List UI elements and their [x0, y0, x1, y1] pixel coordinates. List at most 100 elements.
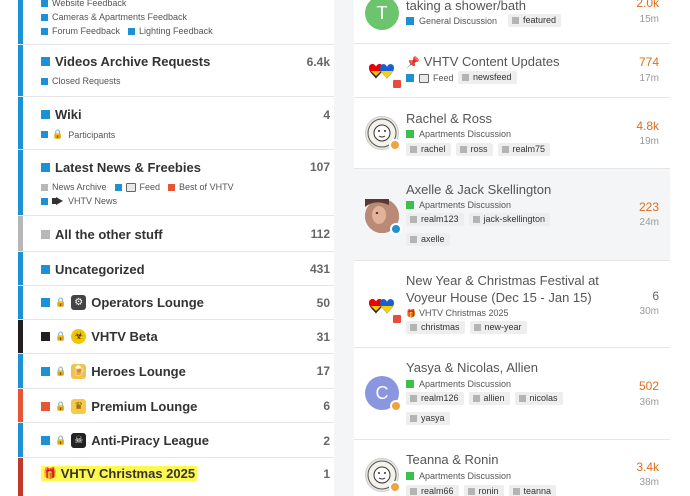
- category-title[interactable]: VHTV Beta: [91, 329, 157, 344]
- avatar[interactable]: T: [365, 0, 399, 30]
- topic-title[interactable]: Axelle & Jack Skellington: [406, 182, 551, 197]
- topic-row[interactable]: 📌 VHTV Content Updates Feed newsfeed 774 …: [354, 44, 670, 98]
- topic-title[interactable]: Teanna & Ronin: [406, 452, 499, 467]
- topic-title[interactable]: taking a shower/bath: [406, 0, 526, 13]
- category-topic-count: 112: [310, 227, 330, 241]
- tag[interactable]: ronin: [463, 485, 504, 496]
- tag[interactable]: teanna: [508, 485, 557, 496]
- topic-category[interactable]: Apartments Discussion: [406, 129, 511, 139]
- subcategory-news-archive[interactable]: News Archive: [41, 182, 107, 192]
- video-badge-icon: [391, 313, 403, 325]
- topic-category[interactable]: Apartments Discussion: [406, 379, 511, 389]
- category-title[interactable]: Premium Lounge: [91, 399, 197, 414]
- category-title[interactable]: Videos Archive Requests: [55, 54, 210, 69]
- category-row-anti-piracy[interactable]: 🔒 ☠ Anti-Piracy League 2: [18, 423, 334, 458]
- category-row-videos-archive[interactable]: Videos Archive Requests 6.4k Closed Requ…: [18, 45, 334, 97]
- category-title[interactable]: Uncategorized: [55, 262, 145, 277]
- avatar[interactable]: C: [365, 376, 402, 412]
- activity-time[interactable]: 24m: [640, 217, 659, 228]
- category-color-bar: [18, 320, 23, 353]
- user-flair-badge: [390, 400, 402, 412]
- tag[interactable]: featured: [508, 14, 562, 27]
- topic-row[interactable]: New Year & Christmas Festival at Voyeur …: [354, 261, 670, 348]
- tag[interactable]: allien: [468, 392, 510, 405]
- category-title[interactable]: All the other stuff: [55, 227, 163, 242]
- subcategory-best-of-vhtv[interactable]: Best of VHTV: [168, 182, 234, 192]
- topic-row[interactable]: C Yasya & Nicolas, Allien Apartments Dis…: [354, 348, 670, 440]
- category-title[interactable]: Wiki: [55, 107, 82, 122]
- activity-time[interactable]: 19m: [640, 136, 659, 147]
- topic-title-line: New Year & Christmas Festival at: [406, 273, 599, 288]
- tag[interactable]: axelle: [406, 233, 450, 246]
- subcategory-label: Feed: [139, 182, 161, 192]
- category-color-square: [41, 332, 50, 341]
- category-color-square: [41, 402, 50, 411]
- activity-time[interactable]: 36m: [640, 397, 659, 408]
- category-title[interactable]: Latest News & Freebies: [55, 160, 201, 175]
- topic-title[interactable]: New Year & Christmas Festival at Voyeur …: [406, 272, 599, 306]
- topic-category[interactable]: Apartments Discussion: [406, 200, 511, 210]
- activity-time[interactable]: 38m: [640, 477, 659, 488]
- tag[interactable]: new-year: [469, 321, 527, 334]
- tag[interactable]: realm123: [406, 213, 464, 226]
- tag-list: newsfeed: [458, 71, 522, 84]
- tag-list: rachel ross realm75: [406, 143, 555, 156]
- category-title[interactable]: Operators Lounge: [91, 295, 204, 310]
- tag[interactable]: nicolas: [514, 392, 563, 405]
- avatar[interactable]: [365, 116, 401, 151]
- topic-row[interactable]: Rachel & Ross Apartments Discussion rach…: [354, 98, 670, 169]
- avatar[interactable]: [365, 289, 403, 325]
- category-row-operators-lounge[interactable]: 🔒 ⚙ Operators Lounge 50: [18, 286, 334, 320]
- category-title[interactable]: Anti-Piracy League: [91, 433, 209, 448]
- category-color-bar: [18, 286, 23, 319]
- category-title[interactable]: VHTV Christmas 2025: [61, 466, 195, 481]
- subcategory-participants[interactable]: 🔒 Participants: [41, 129, 115, 140]
- subcategory-forum-feedback[interactable]: Forum Feedback: [41, 26, 120, 36]
- topic-title[interactable]: 📌 VHTV Content Updates: [406, 54, 560, 69]
- tag[interactable]: realm66: [406, 485, 459, 496]
- tag[interactable]: yasya: [406, 412, 450, 425]
- topic-category[interactable]: Feed: [406, 73, 454, 83]
- topic-category[interactable]: General Discussion: [406, 16, 497, 26]
- category-row-heroes-lounge[interactable]: 🔒 🍺 Heroes Lounge 17: [18, 354, 334, 389]
- category-row-premium-lounge[interactable]: 🔒 ♛ Premium Lounge 6: [18, 389, 334, 423]
- topic-row[interactable]: Axelle & Jack Skellington Apartments Dis…: [354, 169, 670, 261]
- category-color-square: [406, 130, 414, 138]
- topic-title[interactable]: Yasya & Nicolas, Allien: [406, 360, 538, 375]
- activity-time[interactable]: 17m: [640, 73, 659, 84]
- subcategory-cameras-feedback[interactable]: Cameras & Apartments Feedback: [41, 12, 187, 22]
- category-row-vhtv-beta[interactable]: 🔒 ☣ VHTV Beta 31: [18, 320, 334, 354]
- activity-time[interactable]: 15m: [640, 14, 659, 25]
- tag[interactable]: realm75: [497, 143, 551, 156]
- category-row-wiki[interactable]: Wiki 4 🔒 Participants: [18, 97, 334, 150]
- reply-count: 223: [638, 200, 659, 214]
- topic-category[interactable]: 🎁 VHTV Christmas 2025: [406, 308, 509, 318]
- tag[interactable]: ross: [455, 143, 493, 156]
- subcategory-website-feedback[interactable]: Website Feedback: [41, 0, 126, 8]
- subcategory-label: Forum Feedback: [52, 26, 121, 36]
- category-row-latest-news[interactable]: Latest News & Freebies 107 News Archive …: [18, 150, 334, 216]
- category-row-uncategorized[interactable]: Uncategorized 431: [18, 252, 334, 286]
- category-row-vhtv-christmas[interactable]: 🎁 VHTV Christmas 2025 1: [18, 458, 334, 496]
- category-row-feedback[interactable]: Website Feedback Cameras & Apartments Fe…: [18, 0, 334, 45]
- topic-row[interactable]: Teanna & Ronin Apartments Discussion rea…: [354, 440, 670, 496]
- subcategory-vhtv-news[interactable]: VHTV News: [41, 196, 117, 206]
- category-title[interactable]: Heroes Lounge: [91, 364, 186, 379]
- tag[interactable]: realm126: [406, 392, 464, 405]
- topic-row[interactable]: T taking a shower/bath General Discussio…: [354, 0, 670, 44]
- subcategory-lighting-feedback[interactable]: Lighting Feedback: [128, 26, 213, 36]
- activity-time[interactable]: 30m: [640, 306, 659, 317]
- subcategory-feed[interactable]: Feed: [114, 182, 161, 192]
- tag[interactable]: christmas: [406, 321, 465, 334]
- topic-category[interactable]: Apartments Discussion: [406, 471, 511, 481]
- topic-title[interactable]: Rachel & Ross: [406, 111, 492, 126]
- subcategory-closed-requests[interactable]: Closed Requests: [41, 76, 121, 86]
- avatar[interactable]: [365, 199, 402, 235]
- avatar[interactable]: [365, 54, 403, 90]
- tag[interactable]: jack-skellington: [468, 213, 551, 226]
- tag[interactable]: rachel: [406, 143, 451, 156]
- subcategory-label: Cameras & Apartments Feedback: [52, 12, 188, 22]
- tag[interactable]: newsfeed: [458, 71, 517, 84]
- avatar[interactable]: [365, 458, 401, 493]
- category-row-other-stuff[interactable]: All the other stuff 112: [18, 216, 334, 252]
